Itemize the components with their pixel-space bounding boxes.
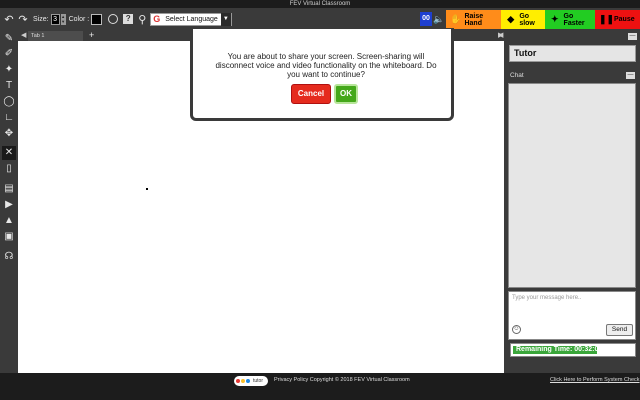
color-picker[interactable] bbox=[91, 13, 103, 25]
logo-text: tutor bbox=[253, 378, 264, 384]
size-label: Size: bbox=[33, 15, 49, 23]
help-icon[interactable]: ? bbox=[123, 14, 134, 24]
headphones-icon[interactable]: ☊ bbox=[2, 250, 16, 264]
language-label: Select Language bbox=[165, 15, 218, 23]
send-button[interactable]: Send bbox=[606, 324, 633, 336]
move-icon[interactable]: ✥ bbox=[2, 127, 16, 141]
close-icon[interactable]: ✕ bbox=[2, 146, 16, 160]
go-faster-button[interactable]: ✦ Go Faster bbox=[545, 10, 595, 29]
size-input[interactable]: 3 bbox=[50, 13, 60, 25]
remaining-time: Remaining Time: 00:32:00 bbox=[513, 346, 602, 354]
collapse-icon[interactable]: — bbox=[628, 33, 637, 40]
google-g-icon: G bbox=[153, 13, 161, 24]
dialog-message: You are about to share your screen. Scre… bbox=[215, 52, 437, 79]
pause-label: Pause bbox=[614, 16, 635, 23]
count-badge: 00 bbox=[420, 12, 432, 26]
zoom-icon[interactable]: ⚲ bbox=[138, 13, 146, 26]
pen-icon[interactable]: ✎ bbox=[2, 32, 16, 46]
color-label: Color : bbox=[68, 15, 90, 23]
hand-icon: ✋ bbox=[450, 14, 462, 24]
speaker-icon[interactable]: 🔈 bbox=[433, 12, 444, 26]
raise-hand-button[interactable]: ✋ Raise Hand bbox=[446, 10, 501, 29]
go-faster-label: Go Faster bbox=[563, 12, 585, 27]
emoji-icon[interactable]: ☺ bbox=[512, 325, 521, 334]
pause-button[interactable]: ❚❚ Pause bbox=[595, 10, 640, 29]
chart-icon[interactable]: ▤ bbox=[2, 182, 16, 196]
tutor-logo: tutor bbox=[234, 376, 268, 386]
timer-bar: Remaining Time: 00:32:00 bbox=[510, 343, 636, 357]
chat-header: Chat bbox=[507, 70, 638, 81]
eraser-icon[interactable]: ▯ bbox=[2, 162, 16, 176]
upload-icon[interactable]: ▲ bbox=[2, 214, 16, 228]
emoji-icon[interactable] bbox=[108, 14, 119, 24]
slow-sign-icon: ◆ bbox=[507, 14, 515, 24]
drawn-dot bbox=[146, 188, 148, 190]
cancel-button[interactable]: Cancel bbox=[291, 84, 331, 104]
chat-collapse-icon[interactable]: — bbox=[626, 72, 635, 79]
screen-share-dialog: You are about to share your screen. Scre… bbox=[190, 28, 454, 121]
pause-icon: ❚❚ bbox=[599, 14, 615, 24]
chevron-down-icon[interactable]: ▼ bbox=[220, 12, 231, 26]
raise-hand-label: Raise Hand bbox=[464, 12, 484, 27]
tab-1[interactable]: Tab 1 bbox=[28, 31, 83, 41]
ok-button[interactable]: OK bbox=[334, 84, 358, 104]
text-icon[interactable]: T bbox=[2, 79, 16, 93]
window-title: FEV Virtual Classroom bbox=[0, 0, 640, 8]
highlighter-icon[interactable]: ✐ bbox=[2, 47, 16, 61]
left-toolbar: ✎ ✐ ✦ T ◯ ∟ ✥ ✕ ▯ ▤ ▶ ▲ ▣ ☊ bbox=[0, 30, 18, 373]
magic-wand-icon[interactable]: ✦ bbox=[2, 63, 16, 77]
redo-icon[interactable]: ↷ bbox=[16, 11, 30, 27]
logo-dot-icon bbox=[236, 379, 240, 383]
go-slow-label: Go slow bbox=[519, 12, 535, 27]
participant-name: Tutor bbox=[509, 45, 636, 62]
line-icon[interactable]: ∟ bbox=[2, 111, 16, 125]
chat-placeholder: Type your message here.. bbox=[512, 295, 582, 301]
size-stepper[interactable]: ▲ ▼ bbox=[60, 13, 66, 25]
footer: tutor Privacy Policy Copyright © 2018 FE… bbox=[0, 373, 640, 400]
video-icon[interactable]: ▶ bbox=[2, 198, 16, 212]
logo-dot-icon bbox=[241, 379, 245, 383]
shape-icon[interactable]: ◯ bbox=[2, 95, 16, 109]
footer-copyright: Privacy Policy Copyright © 2018 FEV Virt… bbox=[274, 377, 410, 383]
runner-icon: ✦ bbox=[551, 14, 559, 24]
panel-toggle-icon[interactable]: ▶ bbox=[498, 30, 508, 41]
screen-share-icon[interactable]: ▣ bbox=[2, 230, 16, 244]
language-select[interactable]: G Select Language ▼ bbox=[150, 12, 232, 26]
add-tab-button[interactable]: + bbox=[89, 30, 97, 41]
go-slow-button[interactable]: ◆ Go slow bbox=[501, 10, 545, 29]
undo-icon[interactable]: ↶ bbox=[2, 11, 16, 27]
system-check-link[interactable]: Click Here to Perform System Check bbox=[550, 377, 640, 383]
logo-dot-icon bbox=[246, 379, 250, 383]
tab-scroll-left-icon[interactable]: ◀ bbox=[21, 30, 26, 41]
chat-messages bbox=[508, 83, 636, 288]
chat-input[interactable]: Type your message here.. ☺ Send bbox=[508, 291, 636, 340]
